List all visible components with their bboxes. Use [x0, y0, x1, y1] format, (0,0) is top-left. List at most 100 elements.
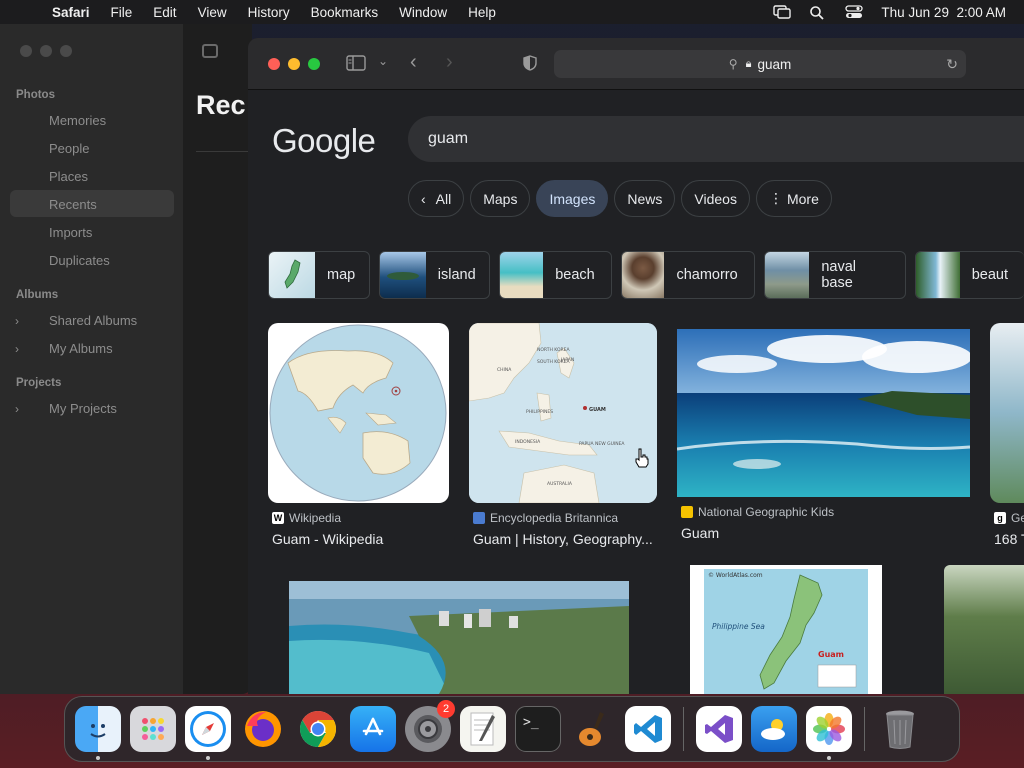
chevron-down-icon[interactable]: ⌄ — [378, 54, 388, 68]
tab-images[interactable]: Images — [536, 180, 609, 217]
menu-window[interactable]: Window — [399, 5, 447, 20]
chip-beaut[interactable]: beaut — [915, 251, 1024, 299]
dock-visual-studio-icon[interactable] — [696, 706, 742, 752]
tab-all[interactable]: ‹ All — [408, 180, 465, 217]
result-image-hotel[interactable] — [990, 323, 1024, 503]
tab-maps[interactable]: Maps — [470, 180, 531, 217]
result-image-globe[interactable] — [268, 323, 449, 503]
page-title: Rec — [196, 90, 246, 120]
image-result[interactable]: National Geographic Kids Guam — [677, 329, 970, 541]
source-label: Wikipedia — [289, 511, 342, 525]
zoom-button[interactable] — [308, 58, 320, 70]
sidebar-item-shared-albums[interactable]: Shared Albums — [49, 313, 137, 328]
map-label-philippine-sea: Philippine Sea — [712, 622, 765, 631]
dock-launchpad-icon[interactable] — [130, 706, 176, 752]
image-result[interactable]: g Ge 168 T — [990, 323, 1024, 547]
sidebar-item-imports[interactable]: Imports — [49, 225, 92, 240]
chip-thumbnail — [621, 252, 665, 298]
search-icon: ⚲ — [728, 57, 738, 71]
back-icon[interactable]: ‹ — [410, 51, 417, 74]
menu-app-safari[interactable]: Safari — [52, 5, 90, 20]
result-image-cliffs[interactable] — [944, 565, 1024, 694]
image-result[interactable]: W Wikipedia Guam - Wikipedia — [268, 323, 449, 547]
result-image-aerial-bay[interactable] — [289, 581, 629, 694]
chevron-right-icon[interactable]: › — [15, 402, 19, 416]
close-button[interactable] — [268, 58, 280, 70]
dock-trash-icon[interactable] — [877, 706, 923, 752]
chip-thumbnail — [499, 252, 544, 298]
dock-photos-icon[interactable] — [806, 706, 852, 760]
dock-garageband-icon[interactable] — [570, 706, 616, 752]
result-image-worldatlas-map[interactable]: © WorldAtlas.com Philippine Sea Guam — [690, 565, 882, 694]
reload-icon[interactable]: ↻ — [946, 56, 958, 73]
screen-mirroring-icon[interactable] — [773, 5, 792, 19]
spotlight-search-icon[interactable] — [809, 5, 827, 20]
menu-history[interactable]: History — [248, 5, 290, 20]
chip-thumbnail — [379, 252, 426, 298]
sidebar-item-duplicates[interactable]: Duplicates — [49, 253, 110, 268]
result-image-coastline[interactable] — [677, 329, 970, 497]
menubar-datetime[interactable]: Thu Jun 29 2:00 AM — [881, 5, 1006, 20]
tab-news[interactable]: News — [614, 180, 676, 217]
chip-chamorro[interactable]: chamorro — [620, 251, 755, 299]
control-center-icon[interactable] — [845, 5, 864, 19]
result-source[interactable]: National Geographic Kids — [677, 505, 970, 519]
chevron-right-icon[interactable]: › — [15, 314, 19, 328]
chip-map[interactable]: map — [268, 251, 370, 299]
tab-label: Images — [549, 190, 596, 207]
sidebar-item-recents[interactable]: Recents — [49, 197, 97, 212]
chip-beach[interactable]: beach — [498, 251, 612, 299]
image-result[interactable]: NORTH KOREA SOUTH KOREA JAPAN CHINA PHIL… — [469, 323, 657, 547]
chevron-right-icon[interactable]: › — [15, 342, 19, 356]
zoom-button[interactable] — [60, 45, 72, 57]
wikipedia-icon: W — [272, 512, 284, 524]
result-source[interactable]: W Wikipedia — [268, 511, 449, 525]
dock-vscode-icon[interactable] — [625, 706, 671, 752]
dock-textedit-icon[interactable] — [460, 706, 506, 752]
close-button[interactable] — [20, 45, 32, 57]
result-image-britannica-map[interactable]: NORTH KOREA SOUTH KOREA JAPAN CHINA PHIL… — [469, 323, 657, 503]
result-title[interactable]: Guam | History, Geography... — [469, 531, 657, 547]
minimize-button[interactable] — [40, 45, 52, 57]
more-vert-icon: ⋮ — [768, 190, 783, 206]
menu-help[interactable]: Help — [468, 5, 496, 20]
shield-icon[interactable] — [523, 55, 537, 76]
terminal-prompt-icon: >_ — [523, 715, 539, 730]
google-logo[interactable]: Google — [272, 122, 376, 160]
sidebar-item-my-projects[interactable]: My Projects — [49, 401, 117, 416]
dock-terminal-icon[interactable]: >_ — [515, 706, 561, 752]
sidebar-item-memories[interactable]: Memories — [49, 113, 106, 128]
tab-videos[interactable]: Videos — [681, 180, 750, 217]
result-title[interactable]: Guam — [677, 525, 970, 541]
notification-badge: 2 — [437, 700, 455, 718]
tab-more[interactable]: ⋮ More — [755, 180, 832, 217]
chip-label: beaut — [971, 267, 1008, 283]
result-source[interactable]: g Ge — [990, 511, 1024, 525]
address-bar[interactable]: ⚲ 🔒︎ guam ↻ — [554, 50, 966, 78]
menu-file[interactable]: File — [111, 5, 133, 20]
result-title[interactable]: Guam - Wikipedia — [268, 531, 449, 547]
sidebar-item-people[interactable]: People — [49, 141, 89, 156]
sidebar-item-my-albums[interactable]: My Albums — [49, 341, 113, 356]
minimize-button[interactable] — [288, 58, 300, 70]
chip-island[interactable]: island — [378, 251, 490, 299]
sidebar-item-places[interactable]: Places — [49, 169, 88, 184]
sidebar-toggle-icon[interactable] — [346, 55, 366, 76]
dock-system-settings-icon[interactable]: 2 — [405, 700, 455, 752]
dock-app-store-icon[interactable] — [350, 706, 396, 752]
result-source[interactable]: Encyclopedia Britannica — [469, 511, 657, 525]
menu-view[interactable]: View — [198, 5, 227, 20]
menu-edit[interactable]: Edit — [153, 5, 176, 20]
dock-finder-icon[interactable] — [75, 706, 121, 760]
search-input[interactable]: guam — [408, 116, 1024, 162]
menu-bookmarks[interactable]: Bookmarks — [311, 5, 379, 20]
dock-chrome-icon[interactable] — [295, 706, 341, 752]
chip-label: island — [437, 267, 476, 283]
map-label-guam: GUAM — [589, 407, 606, 413]
dock-safari-icon[interactable] — [185, 706, 231, 760]
result-title[interactable]: 168 T — [990, 531, 1024, 547]
chip-naval-base[interactable]: naval base — [763, 251, 907, 299]
dock-weather-icon[interactable] — [751, 706, 797, 752]
sidebar-toggle-icon[interactable] — [202, 44, 218, 58]
dock-firefox-icon[interactable] — [240, 706, 286, 752]
